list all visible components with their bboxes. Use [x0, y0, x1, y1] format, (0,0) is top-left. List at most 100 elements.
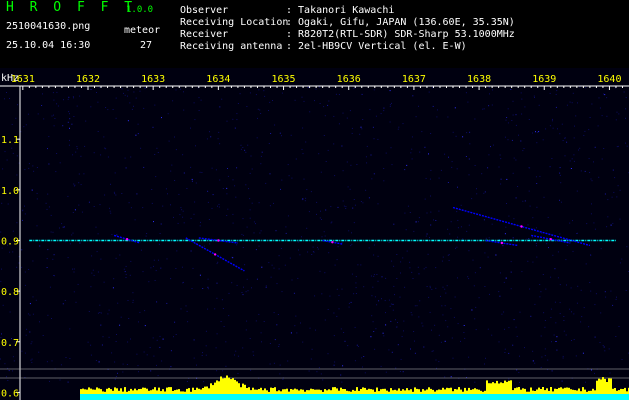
noise-pixel [362, 202, 364, 204]
noise-pixel [469, 131, 471, 133]
info-location-value: : Ogaki, Gifu, JAPAN (136.60E, 35.35N) [286, 17, 515, 28]
noise-pixel [258, 313, 260, 315]
activity-bin [410, 389, 412, 394]
x-tick-label: 1632 [76, 74, 100, 85]
noise-pixel [69, 328, 71, 330]
noise-pixel [77, 283, 79, 285]
noise-pixel [33, 170, 35, 172]
activity-bin [534, 391, 536, 394]
y-tick-label: 1.1 [1, 135, 19, 146]
noise-pixel [72, 154, 74, 156]
noise-pixel [317, 246, 318, 248]
noise-pixel [593, 222, 595, 224]
noise-pixel [194, 119, 196, 121]
activity-bin [320, 390, 322, 394]
noise-pixel [31, 189, 33, 191]
noise-pixel [158, 259, 159, 261]
noise-pixel [375, 328, 377, 330]
noise-pixel [281, 92, 283, 94]
noise-pixel [110, 183, 111, 185]
noise-pixel [219, 143, 221, 145]
y-tick-label: 0.9 [1, 236, 19, 247]
noise-pixel [287, 360, 289, 362]
noise-pixel [322, 379, 324, 381]
noise-pixel [198, 110, 200, 111]
noise-pixel [152, 337, 154, 339]
noise-pixel [410, 312, 412, 314]
noise-pixel [21, 249, 23, 251]
noise-pixel [533, 95, 535, 97]
noise-pixel [284, 264, 286, 266]
noise-pixel [400, 261, 402, 263]
noise-pixel [167, 113, 169, 115]
noise-pixel [25, 124, 27, 126]
noise-pixel [590, 290, 592, 292]
noise-pixel [485, 237, 487, 239]
noise-pixel [7, 380, 9, 381]
activity-bin [570, 389, 572, 394]
noise-pixel [90, 286, 92, 288]
noise-pixel [366, 162, 368, 164]
noise-pixel [179, 88, 181, 90]
noise-pixel [582, 352, 584, 354]
noise-pixel [1, 202, 3, 204]
noise-pixel [338, 294, 340, 296]
noise-pixel [207, 201, 209, 203]
noise-pixel [79, 242, 81, 244]
x-tick-label: 1631 [11, 74, 35, 85]
noise-pixel [572, 250, 574, 252]
noise-pixel [67, 195, 69, 197]
activity-bin [600, 379, 602, 394]
noise-pixel [183, 172, 185, 174]
activity-bin [246, 388, 248, 394]
noise-pixel [424, 198, 426, 200]
noise-pixel [113, 278, 115, 280]
activity-bin [220, 376, 222, 394]
noise-pixel [590, 239, 592, 241]
noise-pixel [260, 155, 262, 157]
noise-pixel [350, 245, 352, 247]
noise-pixel [583, 307, 585, 309]
noise-pixel [454, 296, 456, 298]
activity-bin [270, 387, 272, 394]
noise-pixel [137, 365, 139, 367]
noise-pixel [338, 94, 340, 95]
noise-pixel [200, 99, 202, 101]
noise-pixel [605, 296, 607, 298]
noise-pixel [51, 360, 53, 362]
noise-pixel [72, 96, 74, 98]
noise-pixel [471, 309, 473, 311]
noise-pixel [599, 342, 601, 343]
noise-pixel [557, 251, 559, 253]
noise-pixel [296, 332, 298, 334]
noise-pixel [13, 360, 15, 362]
activity-bin [248, 387, 250, 394]
activity-bin [598, 378, 600, 394]
noise-pixel [606, 226, 608, 228]
noise-pixel [333, 143, 335, 145]
noise-pixel [342, 112, 344, 114]
noise-pixel [21, 266, 23, 268]
noise-pixel [500, 158, 502, 160]
noise-pixel [210, 136, 212, 138]
noise-pixel [32, 296, 34, 298]
noise-pixel [246, 106, 248, 107]
noise-pixel [580, 289, 582, 291]
activity-bin [488, 383, 490, 394]
activity-bin [286, 388, 288, 394]
noise-pixel [556, 90, 558, 92]
noise-pixel [580, 170, 582, 172]
noise-pixel [16, 174, 18, 176]
noise-pixel [591, 203, 592, 205]
noise-pixel [400, 358, 402, 360]
noise-pixel [51, 318, 52, 319]
noise-pixel [373, 254, 375, 256]
activity-bin [228, 377, 230, 394]
noise-pixel [171, 164, 173, 166]
activity-baseline [80, 394, 629, 400]
noise-pixel [559, 313, 561, 315]
activity-bin [94, 389, 96, 394]
noise-pixel [246, 278, 248, 280]
activity-bin [184, 391, 186, 394]
noise-pixel [288, 175, 290, 177]
